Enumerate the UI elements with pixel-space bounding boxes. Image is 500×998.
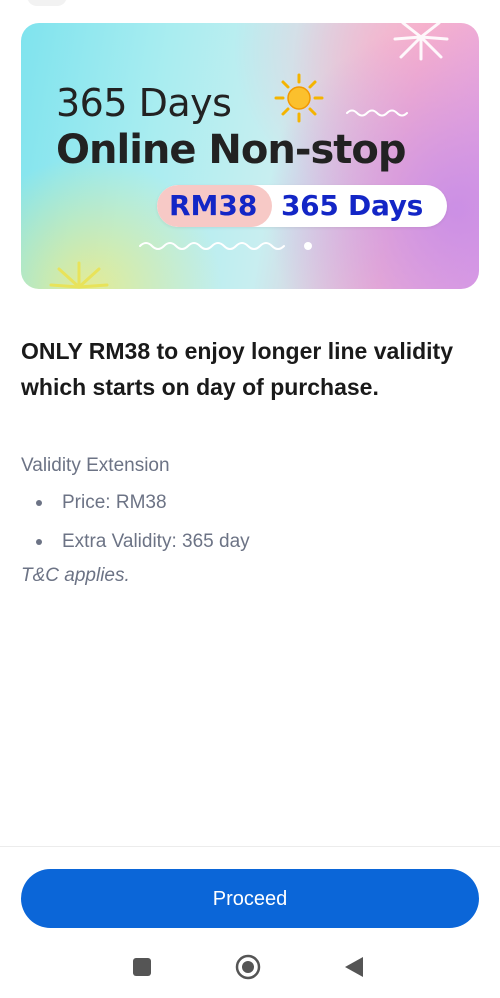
offer-headline: ONLY RM38 to enjoy longer line validity … bbox=[21, 338, 453, 400]
section-title: Validity Extension bbox=[21, 455, 170, 476]
banner-title-line2: Online Non-stop bbox=[56, 127, 407, 173]
list-item-text: Extra Validity: 365 day bbox=[62, 531, 250, 552]
list-item: Extra Validity: 365 day bbox=[21, 528, 250, 567]
divider bbox=[0, 846, 500, 847]
top-handle bbox=[27, 0, 67, 6]
bullet-icon bbox=[36, 539, 42, 545]
price-badge: RM38 365 Days bbox=[157, 185, 447, 227]
list-item: Price: RM38 bbox=[21, 489, 250, 528]
offer-detail-page: 365 Days Online Non-stop RM38 365 Days O… bbox=[0, 0, 500, 998]
wave-decoration bbox=[139, 242, 285, 250]
banner-title-line1: 365 Days bbox=[56, 81, 232, 125]
recents-icon[interactable] bbox=[133, 958, 151, 976]
bullet-icon bbox=[36, 500, 42, 506]
price-badge-days: 365 Days bbox=[281, 189, 423, 222]
carousel-indicator-dot[interactable] bbox=[304, 242, 312, 250]
back-icon[interactable] bbox=[344, 956, 364, 978]
wave-decoration bbox=[346, 109, 408, 117]
promo-banner[interactable]: 365 Days Online Non-stop RM38 365 Days bbox=[21, 23, 479, 289]
sparkle-icon bbox=[393, 23, 449, 61]
proceed-button[interactable]: Proceed bbox=[21, 869, 479, 928]
home-icon[interactable] bbox=[235, 954, 261, 980]
terms-note: T&C applies. bbox=[21, 565, 130, 586]
details-list: Price: RM38 Extra Validity: 365 day bbox=[21, 489, 250, 567]
price-badge-price: RM38 bbox=[169, 189, 258, 222]
sun-icon bbox=[274, 73, 324, 123]
burst-icon bbox=[49, 261, 109, 289]
system-navigation-bar bbox=[0, 942, 500, 998]
list-item-text: Price: RM38 bbox=[62, 492, 167, 513]
